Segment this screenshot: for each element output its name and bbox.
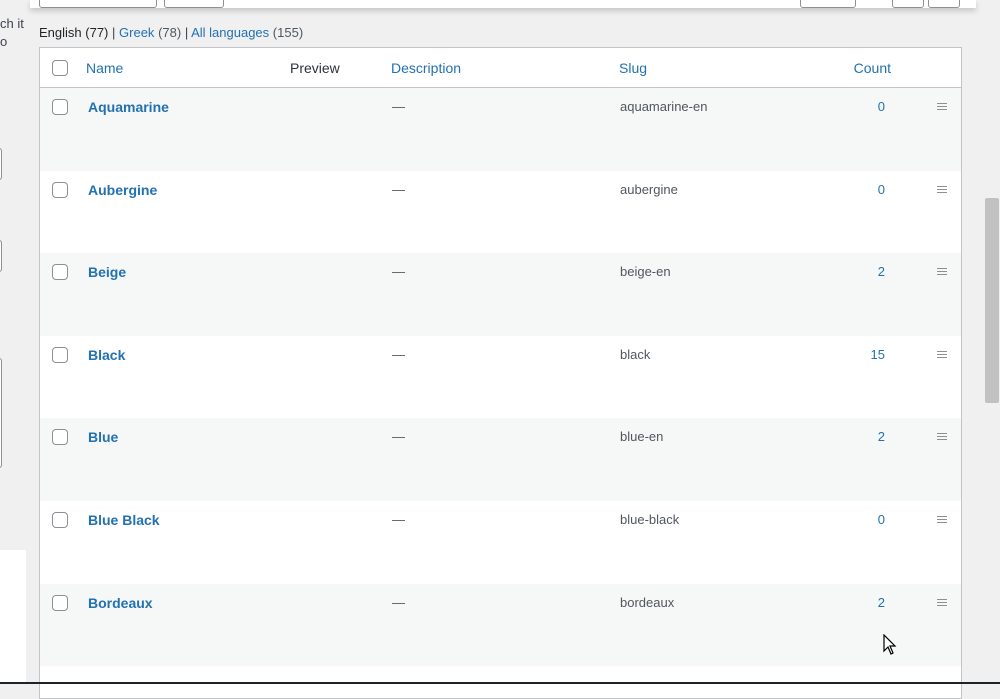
drag-handle-icon[interactable] <box>937 598 947 608</box>
row-checkbox[interactable] <box>52 594 68 611</box>
term-description: — <box>392 264 405 280</box>
term-count-link[interactable]: 2 <box>878 429 885 444</box>
drag-handle-icon[interactable] <box>937 433 947 442</box>
bulk-actions-select[interactable] <box>39 0 157 8</box>
term-slug: blue-black <box>620 511 680 527</box>
term-slug: blue-en <box>620 429 664 445</box>
row-checkbox[interactable] <box>52 511 68 528</box>
table-row: Blue — blue-en 2 <box>40 418 961 501</box>
term-name-link[interactable]: Black <box>88 347 125 363</box>
view-all-languages[interactable]: All languages <box>191 25 269 40</box>
row-checkbox[interactable] <box>52 346 68 363</box>
table-header: Name Preview Description Slug Count <box>40 48 961 88</box>
term-count-link[interactable]: 15 <box>871 347 885 362</box>
column-name[interactable]: Name <box>86 60 123 76</box>
term-description: — <box>392 346 405 362</box>
term-description: — <box>392 511 405 527</box>
term-count-link[interactable]: 2 <box>878 264 885 279</box>
term-count-link[interactable]: 0 <box>878 182 885 197</box>
term-description: — <box>392 181 405 197</box>
row-checkbox[interactable] <box>52 429 68 446</box>
term-count-link[interactable]: 0 <box>878 512 885 527</box>
term-name-link[interactable]: Aubergine <box>88 182 157 198</box>
term-name-link[interactable]: Bordeaux <box>88 595 153 611</box>
table-row: Aquamarine — aquamarine-en 0 <box>40 88 961 171</box>
column-slug[interactable]: Slug <box>619 60 647 76</box>
drag-handle-icon[interactable] <box>937 350 947 360</box>
term-name-link[interactable]: Aquamarine <box>88 99 169 115</box>
term-name-link[interactable]: Blue Black <box>88 512 160 528</box>
term-count-link[interactable]: 2 <box>878 595 885 610</box>
last-page-button[interactable] <box>928 0 960 8</box>
row-checkbox[interactable] <box>52 181 68 198</box>
left-input-fragment[interactable] <box>0 148 2 180</box>
drag-handle-icon[interactable] <box>937 268 947 277</box>
table-row: Black — black 15 <box>40 336 961 419</box>
term-slug: bordeaux <box>620 594 675 610</box>
drag-handle-icon[interactable] <box>937 103 947 112</box>
term-name-link[interactable]: Blue <box>88 429 118 445</box>
term-description: — <box>392 594 405 610</box>
row-checkbox[interactable] <box>52 264 68 281</box>
term-count-link[interactable]: 0 <box>878 99 885 114</box>
left-textarea-fragment[interactable] <box>0 358 2 468</box>
table-row: Blue Black — blue-black 0 <box>40 501 961 584</box>
drag-handle-icon[interactable] <box>937 515 947 525</box>
next-page-button[interactable] <box>892 0 924 8</box>
scrollbar-thumb[interactable] <box>985 198 999 403</box>
left-panel-bottom <box>0 550 26 684</box>
mouse-pointer-icon <box>883 634 897 655</box>
column-description[interactable]: Description <box>391 60 461 76</box>
term-name-link[interactable]: Beige <box>88 264 126 280</box>
select-all-checkbox[interactable] <box>52 60 68 76</box>
row-checkbox[interactable] <box>52 99 68 115</box>
term-slug: beige-en <box>620 264 671 280</box>
left-input-fragment[interactable] <box>0 240 2 272</box>
language-filter: English (77) | Greek (78) | All language… <box>39 25 304 40</box>
top-toolbar <box>30 0 976 8</box>
drag-handle-icon[interactable] <box>937 185 947 195</box>
column-count[interactable]: Count <box>854 60 891 76</box>
left-panel-fragment: ch it o <box>0 0 26 684</box>
term-slug: aquamarine-en <box>620 99 708 114</box>
table-row: Beige — beige-en 2 <box>40 253 961 336</box>
apply-button[interactable] <box>164 0 224 8</box>
view-greek[interactable]: Greek <box>119 25 154 40</box>
table-row: Bordeaux — bordeaux 2 <box>40 583 961 667</box>
term-description: — <box>392 429 405 445</box>
term-description: — <box>392 99 405 114</box>
left-panel-text: ch it o <box>0 16 24 49</box>
view-english[interactable]: English (77) <box>39 25 108 40</box>
pagination-input[interactable] <box>800 0 856 8</box>
table-row: Aubergine — aubergine 0 <box>40 171 961 254</box>
column-preview: Preview <box>290 60 340 76</box>
terms-table: Name Preview Description Slug Count Aqua… <box>39 47 962 699</box>
term-slug: aubergine <box>620 181 678 197</box>
term-slug: black <box>620 346 651 362</box>
